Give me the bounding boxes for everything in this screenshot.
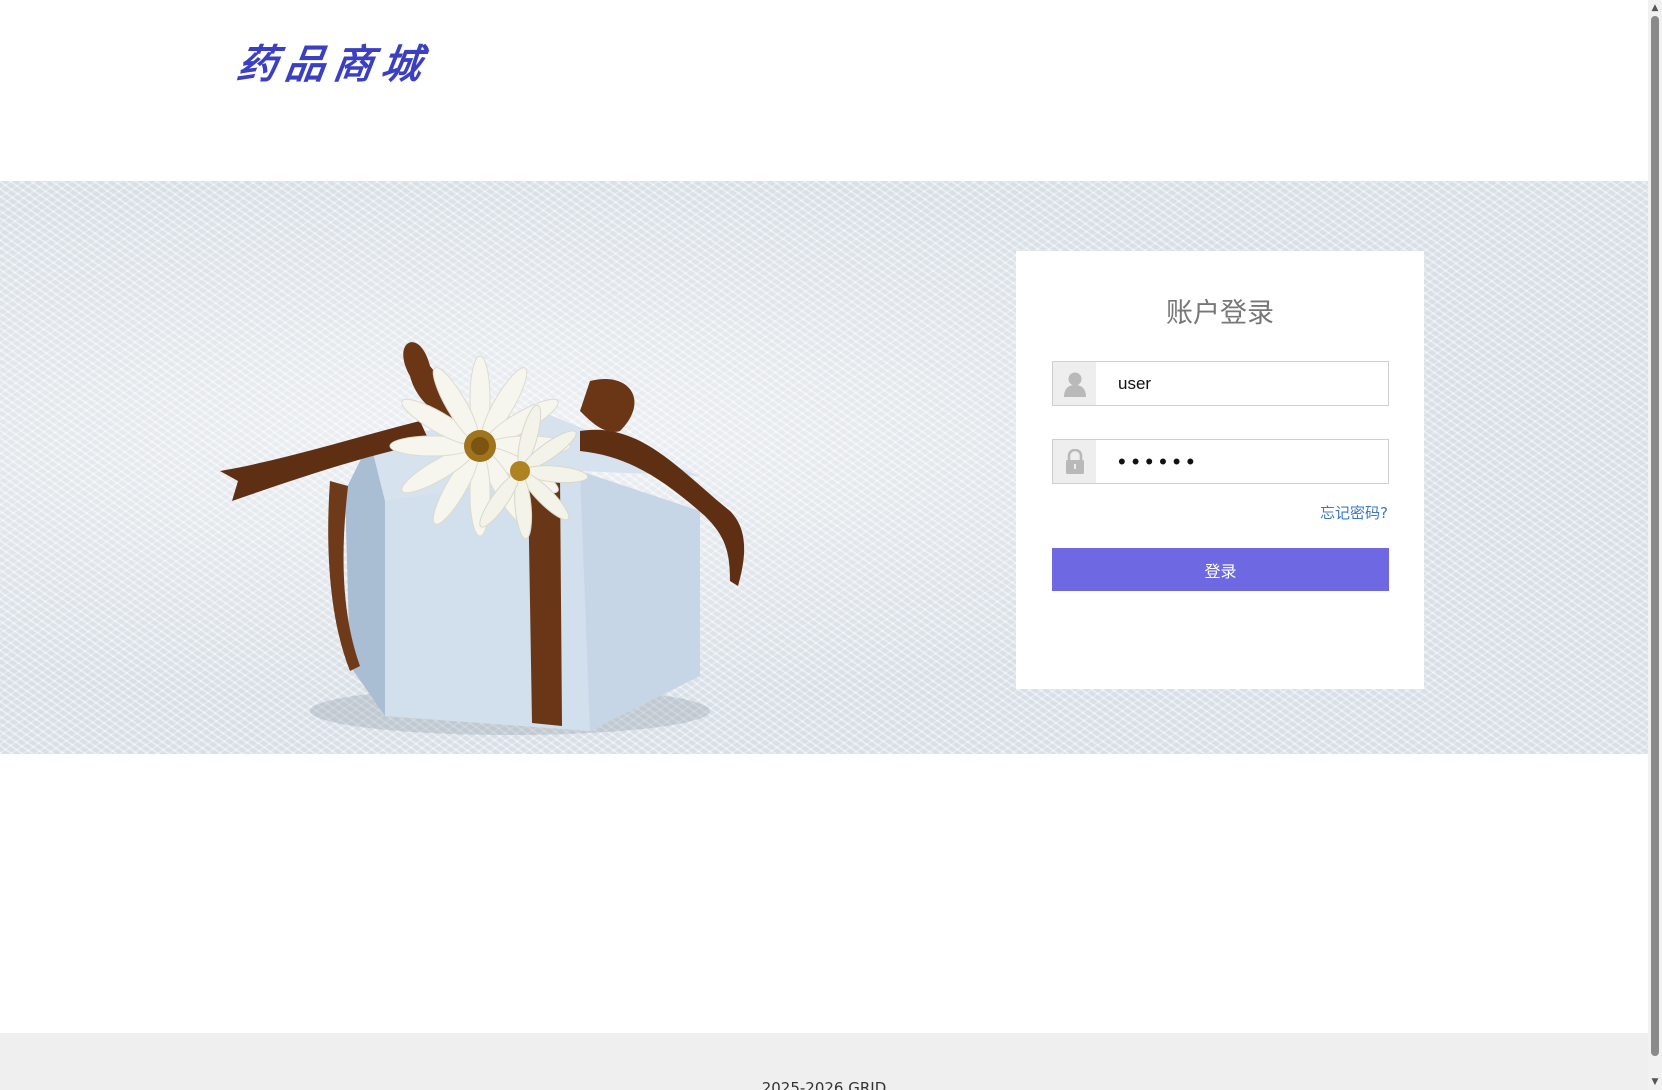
footer-copyright: 2025-2026 GRID <box>761 1079 887 1090</box>
hero-banner: 账户登录 user 忘记密码? 登录 <box>0 181 1648 754</box>
login-page: 药品商城 账户登录 user 忘记密码? 登录 2025-2026 GRID ▲… <box>0 0 1662 1090</box>
password-field <box>1052 439 1389 484</box>
login-title: 账户登录 <box>1166 298 1274 329</box>
lock-icon <box>1053 440 1096 483</box>
header: 药品商城 <box>0 0 1648 181</box>
forgot-password-link[interactable]: 忘记密码? <box>1320 502 1388 523</box>
scrollbar-thumb[interactable] <box>1651 16 1659 1056</box>
user-icon <box>1053 362 1096 405</box>
scroll-up-arrow-icon[interactable]: ▲ <box>1648 0 1662 16</box>
footer: 2025-2026 GRID <box>0 1033 1648 1090</box>
scroll-down-arrow-icon[interactable]: ▼ <box>1648 1074 1662 1090</box>
gift-box-image <box>220 342 745 735</box>
site-logo[interactable]: 药品商城 <box>234 32 434 90</box>
login-button[interactable]: 登录 <box>1052 548 1389 591</box>
password-input[interactable] <box>1096 440 1388 483</box>
vertical-scrollbar[interactable]: ▲ ▼ <box>1648 0 1662 1090</box>
username-input[interactable] <box>1096 362 1388 405</box>
username-field <box>1052 361 1389 406</box>
login-card: 账户登录 user 忘记密码? 登录 <box>1016 251 1424 689</box>
